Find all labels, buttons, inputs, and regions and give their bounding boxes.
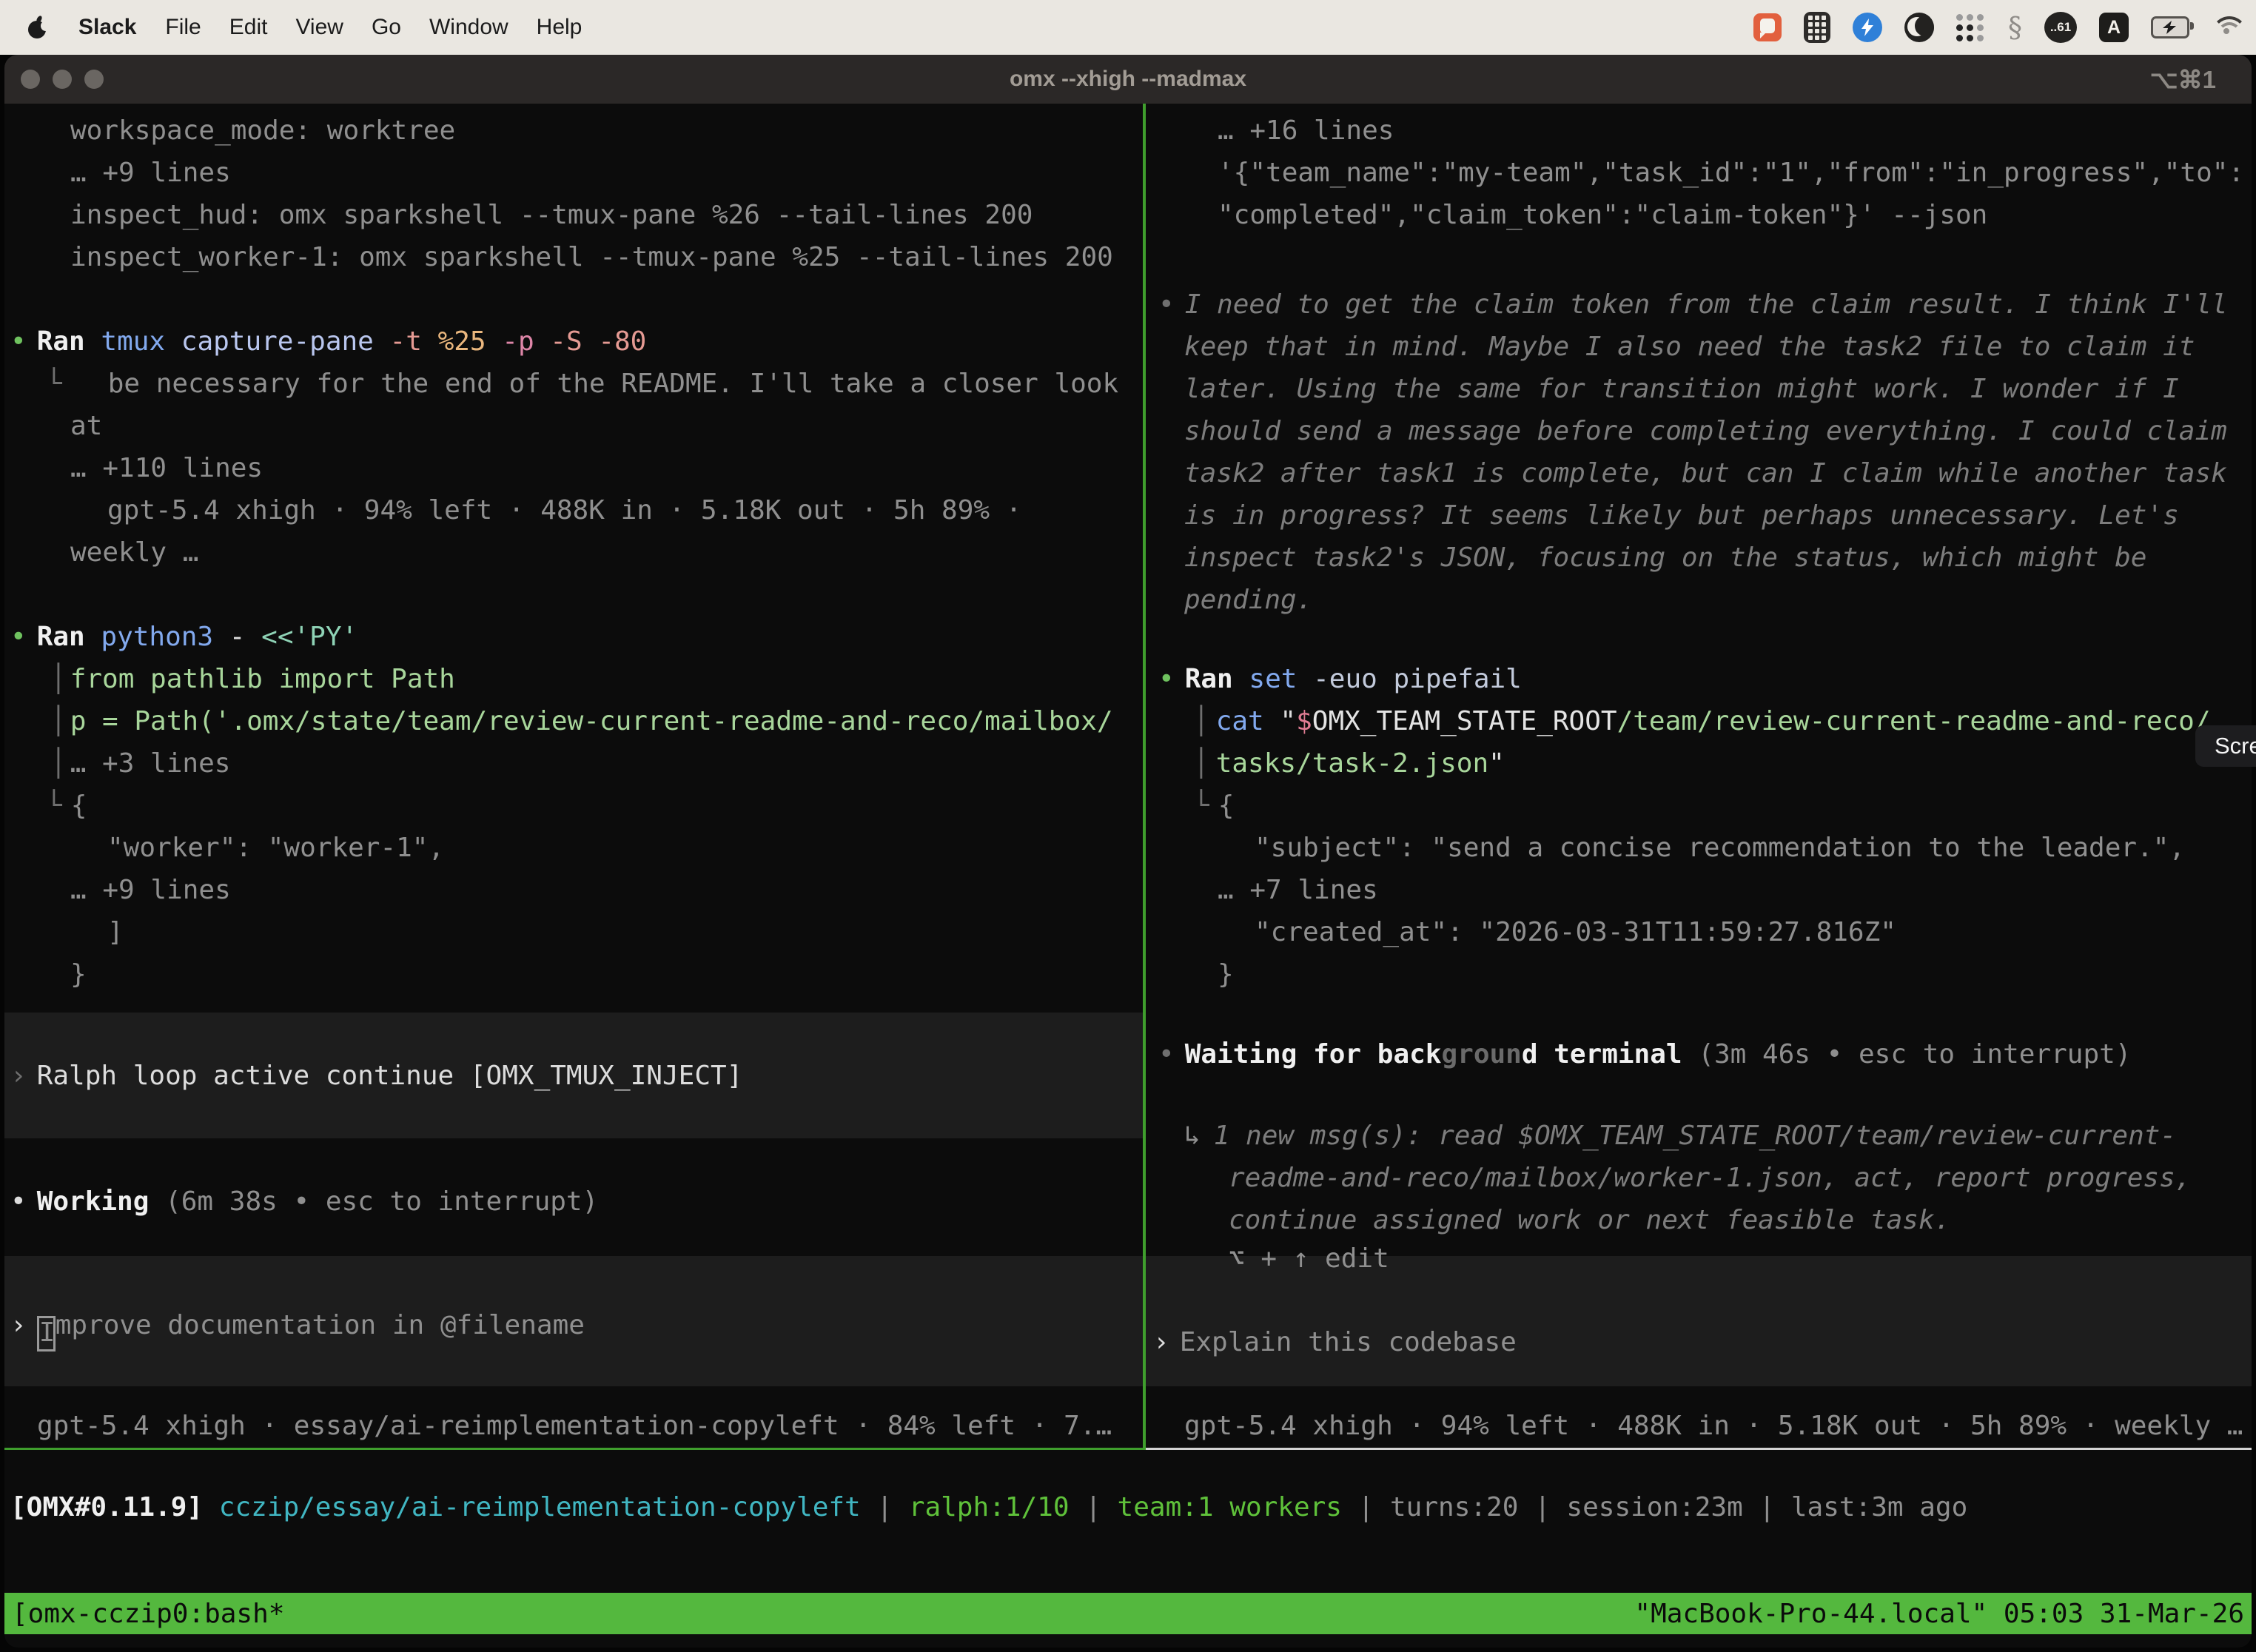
terminal-line: } — [70, 953, 87, 995]
working-status-line: •Working (6m 38s • esc to interrupt) — [10, 1181, 598, 1223]
terminal-line: inspect_worker-1: omx sparkshell --tmux-… — [70, 236, 1113, 278]
menu-bar-status-icons: § ..61 A — [1753, 0, 2244, 55]
desktop: { "menu_bar": { "app_name": "Slack", "it… — [0, 0, 2256, 1652]
terminal-line: '{"team_name":"my-team","task_id":"1","f… — [1218, 152, 2244, 194]
tmux-host-clock-label: "MacBook-Pro-44.local" 05:03 31-Mar-26 — [1634, 1599, 2244, 1629]
menu-item-view[interactable]: View — [281, 15, 357, 40]
ran-python-command-line: •Ran python3 - <<'PY' — [10, 616, 357, 658]
thinking-text: later. Using the same for transition mig… — [1184, 368, 2179, 410]
terminal-line: … +16 lines — [1218, 110, 1394, 152]
squiggle-icon[interactable]: § — [2008, 11, 2022, 44]
dots-grid-icon[interactable] — [1956, 13, 1986, 42]
menu-bar: Slack File Edit View Go Window Help § ..… — [0, 0, 2256, 55]
terminal-line: │cat "$OMX_TEAM_STATE_ROOT/team/review-c… — [1193, 700, 2211, 742]
moon-badge-icon[interactable] — [1904, 13, 1934, 42]
thinking-text: inspect task2's JSON, focusing on the st… — [1184, 537, 2146, 579]
terminal-line: │from pathlib import Path — [50, 658, 455, 700]
lightning-badge-icon[interactable] — [1853, 13, 1882, 42]
minimize-window-button[interactable] — [53, 70, 72, 89]
terminal-line: weekly … — [70, 531, 198, 574]
terminal-line: … +9 lines — [70, 152, 231, 194]
menu-item-window[interactable]: Window — [415, 15, 523, 40]
thinking-text: task2 after task1 is complete, but can I… — [1184, 452, 2227, 494]
pane-divider[interactable] — [1143, 104, 1146, 1450]
edit-hint: ⌥ + ↑ edit — [1229, 1238, 1389, 1280]
keypad-grid-icon[interactable] — [1804, 12, 1830, 43]
menu-item-file[interactable]: File — [151, 15, 215, 40]
terminal-line: │p = Path('.omx/state/team/review-curren… — [50, 700, 1113, 742]
battery-icon[interactable] — [2151, 16, 2189, 38]
mailbox-message: ↳1 new msg(s): read $OMX_TEAM_STATE_ROOT… — [1184, 1115, 2176, 1157]
prompt-input-left[interactable]: ›Improve documentation in @filename — [10, 1304, 585, 1346]
thinking-text: •I need to get the claim token from the … — [1158, 283, 2228, 326]
waiting-status-line: •Waiting for background terminal (3m 46s… — [1158, 1033, 2131, 1075]
window-shortcut-badge: ⌥⌘1 — [2150, 65, 2216, 94]
terminal-line: at — [70, 405, 102, 447]
traffic-lights — [21, 70, 104, 89]
terminal-line: "completed","claim_token":"claim-token"}… — [1218, 194, 1987, 236]
terminal-line: } — [1218, 953, 1234, 995]
terminal-line: │… +3 lines — [50, 742, 230, 785]
terminal-line: inspect_hud: omx sparkshell --tmux-pane … — [70, 194, 1033, 236]
menu-item-app[interactable]: Slack — [64, 15, 151, 40]
menu-item-go[interactable]: Go — [357, 15, 415, 40]
terminal-line: … +7 lines — [1218, 869, 1378, 911]
terminal-line: │tasks/task-2.json" — [1193, 742, 1505, 785]
terminal-line: "created_at": "2026-03-31T11:59:27.816Z" — [1255, 911, 1896, 953]
terminal-line: "subject": "send a concise recommendatio… — [1255, 827, 2185, 869]
close-window-button[interactable] — [21, 70, 40, 89]
terminal-line: … +9 lines — [70, 869, 231, 911]
omx-status-line: [OMX#0.11.9] cczip/essay/ai-reimplementa… — [10, 1486, 1967, 1528]
zoom-window-button[interactable] — [84, 70, 104, 89]
left-pane-border — [4, 1448, 1143, 1450]
mailbox-message: readme-and-reco/mailbox/worker-1.json, a… — [1229, 1157, 2191, 1199]
ran-set-command-line: •Ran set -euo pipefail — [1158, 658, 1522, 700]
screen-recording-icon[interactable] — [1753, 13, 1782, 41]
tmux-session-window-label[interactable]: [omx-cczip0:bash* — [12, 1599, 284, 1629]
thinking-text: is in progress? It seems likely but perh… — [1184, 494, 2179, 537]
menu-item-edit[interactable]: Edit — [215, 15, 282, 40]
input-source-icon[interactable]: A — [2099, 13, 2129, 42]
right-pane-border — [1146, 1448, 2252, 1450]
terminal-line: └be necessary for the end of the README.… — [46, 363, 1118, 405]
terminal-line: "worker": "worker-1", — [107, 827, 444, 869]
ralph-loop-banner: ›Ralph loop active continue [OMX_TMUX_IN… — [10, 1055, 742, 1097]
timer-badge-icon[interactable]: ..61 — [2044, 12, 2077, 43]
terminal-line: └{ — [46, 785, 87, 827]
terminal-line: ] — [107, 911, 124, 953]
thinking-text: should send a message before completing … — [1184, 410, 2227, 452]
mailbox-message: continue assigned work or next feasible … — [1229, 1199, 1950, 1241]
wifi-icon[interactable] — [2212, 15, 2244, 40]
ran-tmux-command-line: •Ran tmux capture-pane -t %25 -p -S -80 — [10, 320, 646, 363]
terminal-line: workspace_mode: worktree — [70, 110, 455, 152]
menu-item-help[interactable]: Help — [523, 15, 597, 40]
terminal-line: └{ — [1193, 785, 1234, 827]
screen-tooltip: Scre — [2195, 725, 2256, 767]
window-title: omx --xhigh --madmax — [1010, 67, 1246, 92]
model-status-left: gpt-5.4 xhigh · essay/ai-reimplementatio… — [37, 1405, 1112, 1447]
window-titlebar[interactable]: omx --xhigh --madmax ⌥⌘1 — [4, 55, 2252, 104]
thinking-text: pending. — [1184, 579, 1312, 621]
tmux-status-bar: [omx-cczip0:bash* "MacBook-Pro-44.local"… — [4, 1593, 2252, 1634]
terminal-line: … +110 lines — [70, 447, 263, 489]
prompt-input-right[interactable]: ›Explain this codebase — [1153, 1321, 1517, 1363]
terminal-line: gpt-5.4 xhigh · 94% left · 488K in · 5.1… — [107, 489, 1021, 531]
text-cursor: I — [37, 1316, 56, 1352]
model-status-right: gpt-5.4 xhigh · 94% left · 488K in · 5.1… — [1184, 1405, 2243, 1447]
apple-menu-icon[interactable] — [27, 15, 49, 40]
thinking-text: keep that in mind. Maybe I also need the… — [1184, 326, 2195, 368]
